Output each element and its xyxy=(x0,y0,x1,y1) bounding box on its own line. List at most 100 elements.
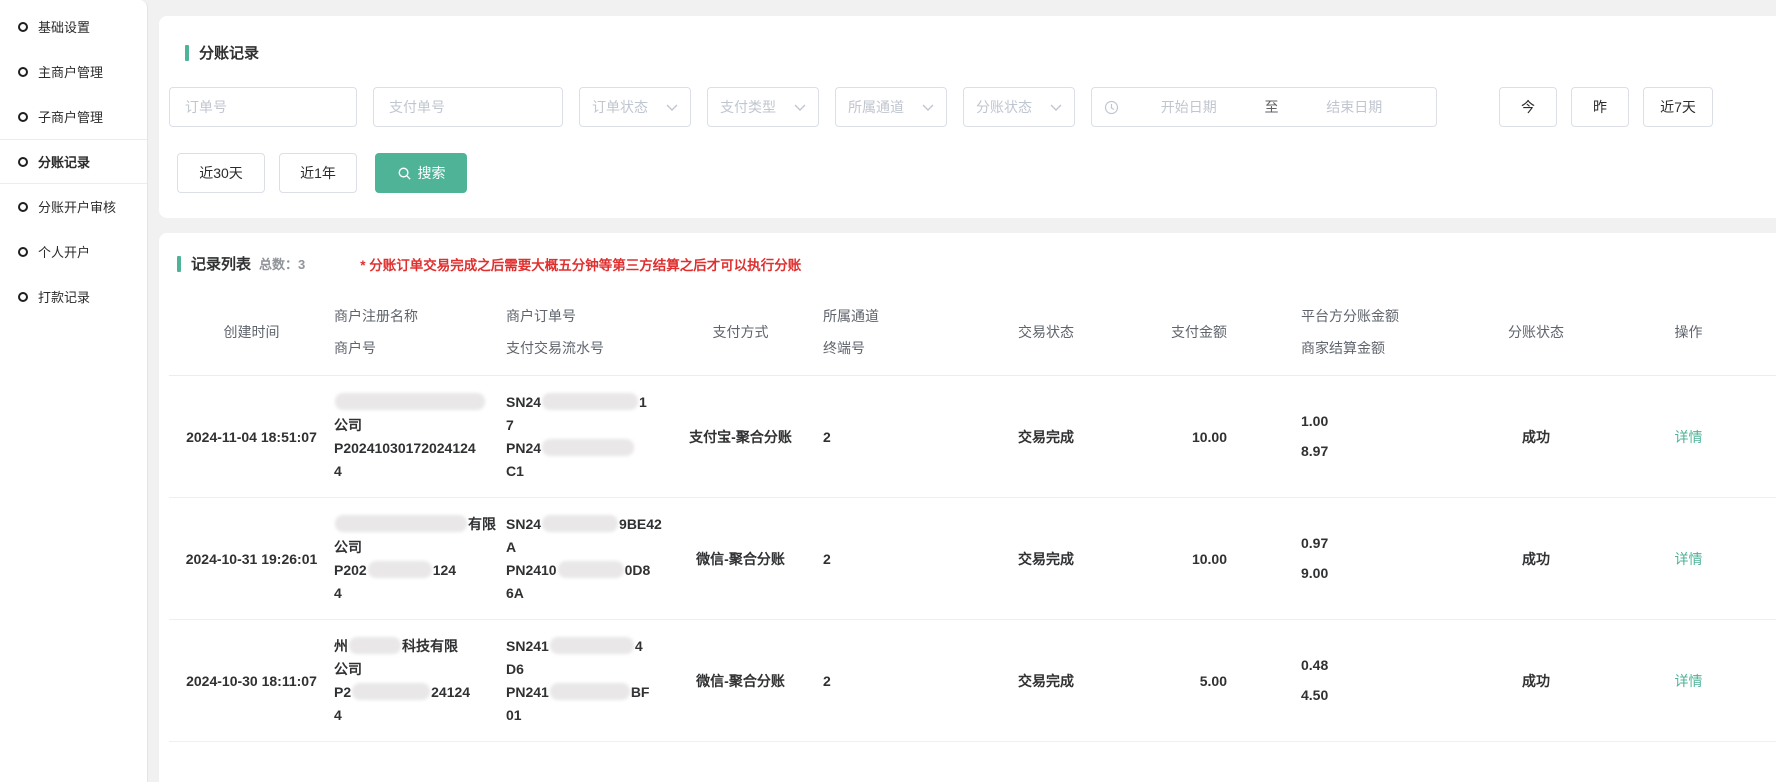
redacted-merchant-name xyxy=(335,393,485,410)
chevron-down-icon xyxy=(922,104,934,111)
sidebar-item-personal-account[interactable]: 个人开户 xyxy=(0,229,147,274)
pay-type-select[interactable]: 支付类型 xyxy=(707,87,819,127)
order-no-fragment: 4 xyxy=(635,638,643,654)
cell-pay-method: 支付宝-聚合分账 xyxy=(678,427,803,447)
cell-created: 2024-10-30 18:11:07 xyxy=(169,673,334,689)
order-no-input[interactable] xyxy=(169,87,357,127)
redacted-merchant-no xyxy=(352,683,430,700)
cell-merchant: 州科技有限 公司 P224124 4 xyxy=(334,635,506,727)
last7days-button[interactable]: 近7天 xyxy=(1643,87,1713,127)
sidebar-item-label: 分账开户审核 xyxy=(38,197,116,216)
list-header: 记录列表 总数：3 * 分账订单交易完成之后需要大概五分钟等第三方结算之后才可以… xyxy=(177,253,1776,274)
select-label: 所属通道 xyxy=(848,97,904,117)
redacted-pay-flow xyxy=(550,683,630,700)
split-status-select[interactable]: 分账状态 xyxy=(963,87,1075,127)
cell-merchant: 公司 P20241030172024124 4 xyxy=(334,391,506,483)
detail-link[interactable]: 详情 xyxy=(1675,429,1703,445)
total-value: 3 xyxy=(298,257,305,272)
order-no-fragment: SN24 xyxy=(506,394,541,410)
redacted-merchant-name xyxy=(349,637,401,654)
cell-merchant: 有限 公司 P202124 4 xyxy=(334,513,506,605)
filter-row-2: 近30天 近1年 搜索 xyxy=(169,153,1776,193)
col-created: 创建时间 xyxy=(169,322,334,342)
col-merchant: 商户注册名称 商户号 xyxy=(334,300,506,364)
col-order-no: 商户订单号 xyxy=(506,300,678,332)
order-no-fragment: SN24 xyxy=(506,516,541,532)
merchant-no-fragment: 24124 xyxy=(431,684,470,700)
search-button[interactable]: 搜索 xyxy=(375,153,467,193)
redacted-order-no xyxy=(542,515,618,532)
platform-amount: 0.97 xyxy=(1301,532,1456,555)
redacted-pay-flow xyxy=(542,439,634,456)
channel-select[interactable]: 所属通道 xyxy=(835,87,947,127)
cell-pay-method: 微信-聚合分账 xyxy=(678,549,803,569)
col-channel-name: 所属通道 xyxy=(823,300,981,332)
merchant-name-line2: 公司 xyxy=(334,414,506,437)
pay-flow-line2: 6A xyxy=(506,582,678,605)
cell-terminal: 2 xyxy=(803,429,981,445)
merchant-no-fragment: P202 xyxy=(334,562,367,578)
merchant-name-fragment: 州 xyxy=(334,638,348,654)
cell-split-amounts: 1.00 8.97 xyxy=(1241,410,1456,463)
pay-flow-fragment: BF xyxy=(631,684,650,700)
pay-no-input[interactable] xyxy=(373,87,563,127)
end-date-input[interactable] xyxy=(1285,99,1425,115)
merchant-no-line2: 4 xyxy=(334,582,506,605)
sidebar-item-split-records[interactable]: 分账记录 xyxy=(0,139,147,184)
pay-flow-fragment: PN2410 xyxy=(506,562,557,578)
title-accent-bar xyxy=(185,45,189,61)
cell-tx-status: 交易完成 xyxy=(981,671,1111,691)
pay-flow-fragment: PN24 xyxy=(506,440,541,456)
sidebar-item-main-merchant[interactable]: 主商户管理 xyxy=(0,49,147,94)
date-range-picker[interactable]: 至 xyxy=(1091,87,1437,127)
pay-flow-line2: C1 xyxy=(506,460,678,483)
start-date-input[interactable] xyxy=(1119,99,1259,115)
table-header: 创建时间 商户注册名称 商户号 商户订单号 支付交易流水号 支付方式 所属通道 … xyxy=(169,288,1776,376)
col-split-amounts: 平台方分账金额 商家结算金额 xyxy=(1241,300,1456,364)
record-list-card: 记录列表 总数：3 * 分账订单交易完成之后需要大概五分钟等第三方结算之后才可以… xyxy=(159,233,1776,782)
chevron-down-icon xyxy=(666,104,678,111)
order-no-line2: 7 xyxy=(506,414,678,437)
col-pay-flow-no: 支付交易流水号 xyxy=(506,332,678,364)
detail-link[interactable]: 详情 xyxy=(1675,673,1703,689)
cell-created: 2024-10-31 19:26:01 xyxy=(169,551,334,567)
col-merchant-name: 商户注册名称 xyxy=(334,300,506,332)
date-separator: 至 xyxy=(1259,97,1285,117)
redacted-merchant-name xyxy=(335,515,467,532)
merchant-name-line2: 公司 xyxy=(334,658,506,681)
platform-amount: 0.48 xyxy=(1301,654,1456,677)
cell-terminal: 2 xyxy=(803,673,981,689)
sidebar-item-label: 个人开户 xyxy=(38,242,90,261)
sidebar-item-sub-merchant[interactable]: 子商户管理 xyxy=(0,94,147,139)
cell-terminal: 2 xyxy=(803,551,981,567)
yesterday-button[interactable]: 昨 xyxy=(1571,87,1629,127)
page-title-text: 分账记录 xyxy=(199,42,259,63)
list-title: 记录列表 xyxy=(191,253,251,274)
select-label: 订单状态 xyxy=(592,97,648,117)
detail-link[interactable]: 详情 xyxy=(1675,551,1703,567)
col-pay-method: 支付方式 xyxy=(678,322,803,342)
order-no-line2: D6 xyxy=(506,658,678,681)
col-platform-split: 平台方分账金额 xyxy=(1301,300,1456,332)
sidebar-item-label: 分账记录 xyxy=(38,152,90,171)
order-status-select[interactable]: 订单状态 xyxy=(579,87,691,127)
today-button[interactable]: 今 xyxy=(1499,87,1557,127)
sidebar-item-payout-records[interactable]: 打款记录 xyxy=(0,274,147,319)
merchant-name-line2: 公司 xyxy=(334,536,506,559)
sidebar: 基础设置 主商户管理 子商户管理 分账记录 分账开户审核 个人开户 打款记录 xyxy=(0,0,148,782)
sidebar-item-basic-settings[interactable]: 基础设置 xyxy=(0,4,147,49)
sidebar-item-split-account-review[interactable]: 分账开户审核 xyxy=(0,184,147,229)
page-title: 分账记录 xyxy=(185,42,1776,63)
cell-split-status: 成功 xyxy=(1456,427,1616,447)
pay-flow-line2: 01 xyxy=(506,704,678,727)
col-tx-status: 交易状态 xyxy=(981,322,1111,342)
cell-pay-amount: 5.00 xyxy=(1111,673,1241,689)
total-label: 总数： xyxy=(259,257,298,272)
cell-pay-method: 微信-聚合分账 xyxy=(678,671,803,691)
sidebar-item-label: 子商户管理 xyxy=(38,107,103,126)
cell-split-status: 成功 xyxy=(1456,671,1616,691)
search-icon xyxy=(397,166,412,181)
last30days-button[interactable]: 近30天 xyxy=(177,153,265,193)
circle-icon xyxy=(18,157,28,167)
last1year-button[interactable]: 近1年 xyxy=(279,153,357,193)
